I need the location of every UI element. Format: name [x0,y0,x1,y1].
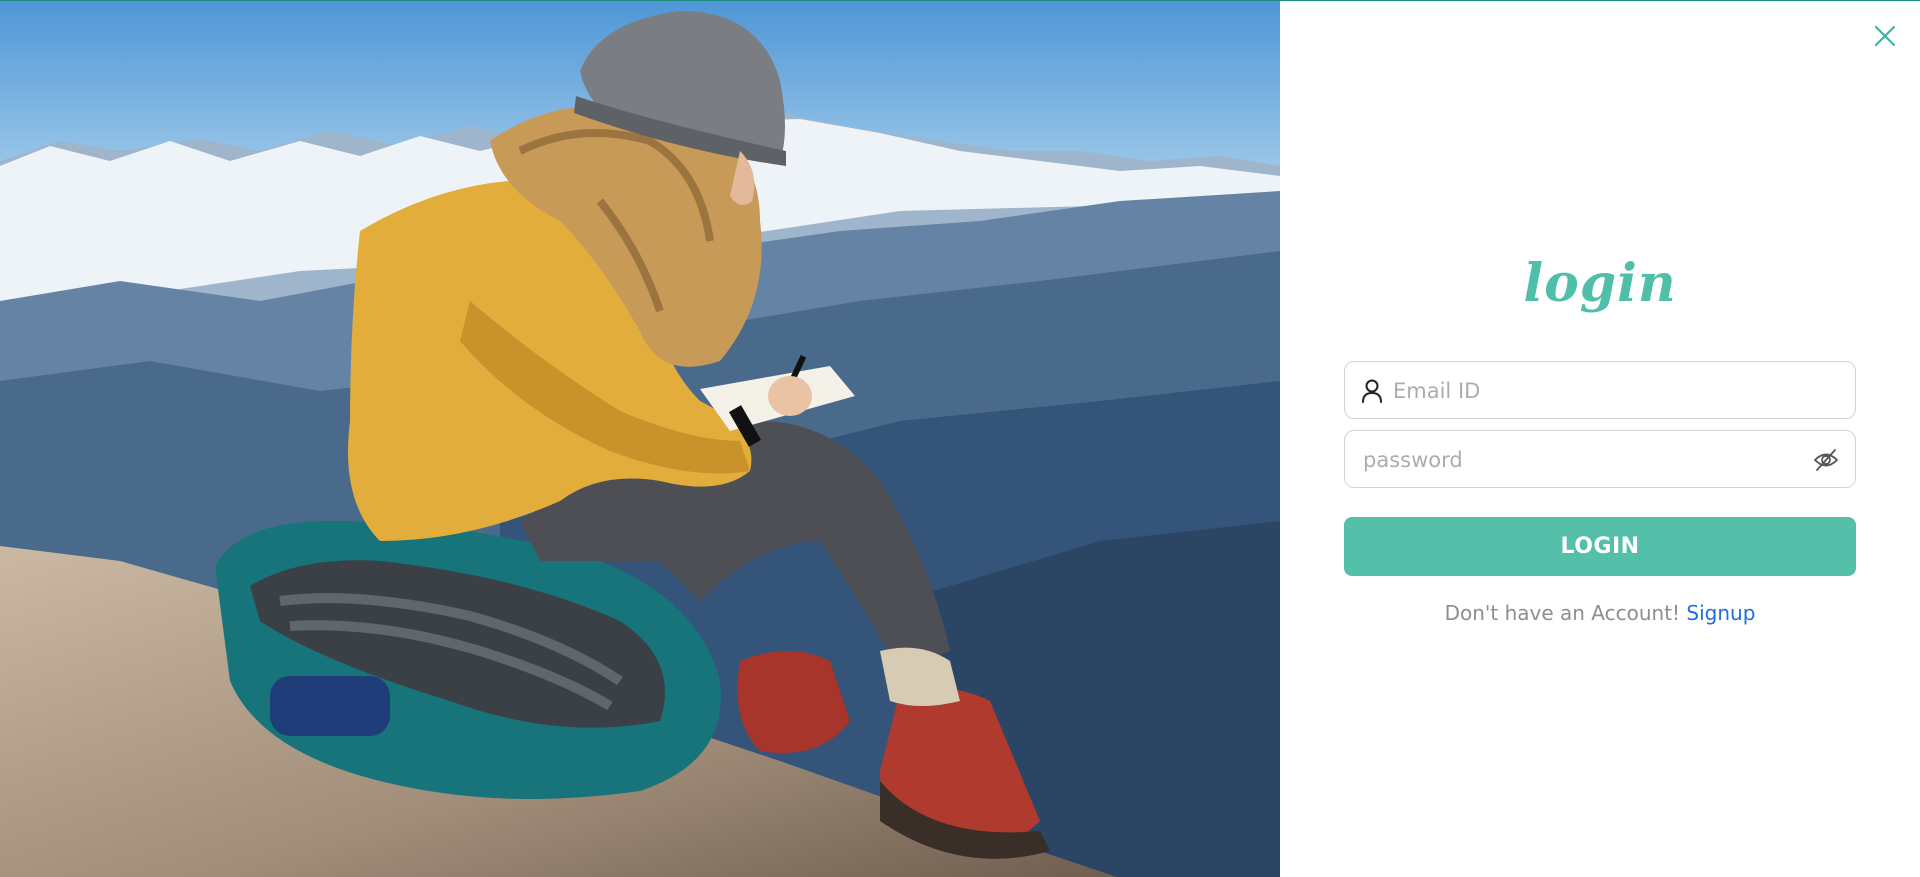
login-panel: login LOGIN Don't have an Account! Signu… [1280,1,1920,877]
close-icon[interactable] [1872,23,1898,49]
signup-link[interactable]: Signup [1686,601,1755,625]
signup-row: Don't have an Account! Signup [1280,601,1920,625]
login-button[interactable]: LOGIN [1344,517,1856,576]
signup-prompt: Don't have an Account! [1444,601,1681,625]
password-input[interactable] [1361,431,1805,489]
email-field-container [1344,361,1856,420]
hero-photo [0,1,1280,877]
email-input[interactable] [1391,362,1845,420]
eye-off-icon[interactable] [1812,447,1840,473]
user-icon [1362,379,1382,403]
password-field-container [1344,430,1856,489]
login-title: login [1523,253,1677,314]
hero-photo-illustration [0,1,1280,877]
login-modal: login LOGIN Don't have an Account! Signu… [0,0,1920,877]
